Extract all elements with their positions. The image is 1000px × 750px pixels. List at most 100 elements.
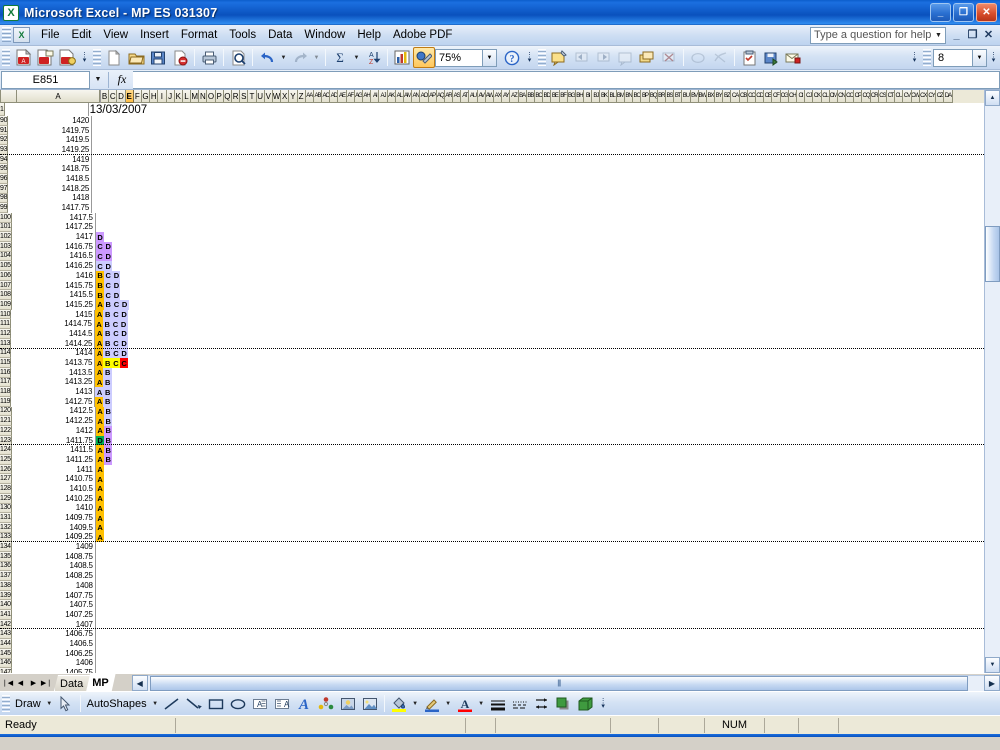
menu-item-help[interactable]: Help bbox=[351, 27, 387, 44]
table-row[interactable]: 133 1409.25 A bbox=[0, 532, 984, 543]
cell-e124[interactable] bbox=[120, 445, 128, 455]
cell-e143[interactable] bbox=[120, 629, 128, 639]
cell-a112[interactable]: 1414.5 bbox=[11, 329, 94, 339]
drawing-toolbar-overflow-button[interactable]: ⋮ ▾ bbox=[597, 694, 610, 714]
column-header-ci[interactable]: CI bbox=[796, 90, 806, 103]
redo-dropdown-icon[interactable]: ▼ bbox=[311, 47, 322, 68]
cell-c128[interactable] bbox=[104, 484, 112, 494]
cell-c140[interactable] bbox=[104, 600, 112, 610]
cell-b128[interactable]: A bbox=[95, 484, 104, 494]
cell-e121[interactable] bbox=[120, 416, 128, 426]
row-header-110[interactable]: 110 bbox=[0, 309, 12, 320]
rectangle-icon[interactable] bbox=[205, 693, 227, 714]
cell-a147[interactable]: 1405.75 bbox=[12, 668, 95, 673]
insert-diagram-icon[interactable] bbox=[315, 693, 337, 714]
cell-c117[interactable]: B bbox=[103, 377, 112, 388]
row-header-145[interactable]: 145 bbox=[0, 648, 12, 659]
row-header-147[interactable]: 147 bbox=[0, 668, 12, 673]
row-header-130[interactable]: 130 bbox=[0, 503, 12, 514]
cell-a106[interactable]: 1416 bbox=[12, 271, 95, 281]
column-header-bo[interactable]: BO bbox=[633, 90, 642, 103]
cell-a99[interactable]: 1417.75 bbox=[8, 203, 91, 213]
grid-viewport[interactable]: A B C D E F G H I J K L M N O P Q R S T U V W X Y Z AA AB AC AD AE AF A… bbox=[0, 90, 984, 673]
column-header-u[interactable]: U bbox=[256, 90, 265, 103]
column-header-al[interactable]: AL bbox=[395, 90, 404, 103]
column-header-cy[interactable]: CY bbox=[927, 90, 937, 103]
cell-b145[interactable] bbox=[96, 649, 104, 659]
column-header-cf[interactable]: CF bbox=[772, 90, 781, 103]
column-header-br[interactable]: BR bbox=[657, 90, 666, 103]
formula-input[interactable] bbox=[133, 70, 1000, 89]
column-header-o[interactable]: O bbox=[207, 90, 216, 103]
cell-a143[interactable]: 1406.75 bbox=[12, 629, 95, 639]
row-header-138[interactable]: 138 bbox=[0, 581, 12, 591]
cell-b94[interactable] bbox=[92, 155, 100, 165]
cell-a104[interactable]: 1416.5 bbox=[12, 251, 95, 262]
cell-a111[interactable]: 1414.75 bbox=[11, 319, 94, 329]
column-header-ad[interactable]: AD bbox=[330, 90, 339, 103]
cell-c111[interactable]: B bbox=[102, 319, 112, 330]
cell-b102[interactable]: D bbox=[95, 232, 104, 242]
help-icon[interactable]: ? bbox=[501, 47, 523, 68]
row-header-141[interactable]: 141 bbox=[0, 610, 12, 620]
horizontal-scroll-track[interactable]: |||| bbox=[147, 675, 984, 691]
table-row[interactable]: 119 1412.75 A B bbox=[0, 397, 984, 407]
cell-b106[interactable]: B bbox=[95, 271, 104, 281]
undo-icon[interactable] bbox=[256, 47, 278, 68]
table-row[interactable]: 101 1417.25 bbox=[0, 222, 984, 233]
line-color-dropdown-icon[interactable]: ▼ bbox=[443, 693, 454, 714]
cell-b141[interactable] bbox=[96, 610, 104, 620]
row-header-146[interactable]: 146 bbox=[0, 658, 12, 669]
cell-b112[interactable]: A bbox=[95, 329, 104, 339]
cell-c104[interactable]: D bbox=[103, 251, 113, 262]
cell-b124[interactable]: A bbox=[95, 445, 104, 456]
cell-a124[interactable]: 1411.5 bbox=[12, 445, 95, 455]
cell-b130[interactable]: A bbox=[95, 503, 104, 514]
table-row[interactable]: 140 1407.5 bbox=[0, 600, 984, 611]
cell-c112[interactable]: B bbox=[103, 329, 112, 339]
reviewing-toolbar-overflow-button[interactable]: ⋮ ▾ bbox=[908, 48, 921, 68]
column-header-av[interactable]: AV bbox=[477, 90, 486, 103]
column-header-ck[interactable]: CK bbox=[813, 90, 822, 103]
cell-b127[interactable]: A bbox=[95, 474, 104, 485]
sheet-tab-data[interactable]: Data bbox=[54, 675, 90, 691]
tab-split-handle[interactable] bbox=[117, 675, 132, 691]
column-header-by[interactable]: BY bbox=[715, 90, 724, 103]
cell-a102[interactable]: 1417 bbox=[12, 232, 95, 242]
table-row[interactable]: 130 1410 A bbox=[0, 503, 984, 514]
shadow-style-icon[interactable] bbox=[553, 693, 575, 714]
column-header-bs[interactable]: BS bbox=[665, 90, 675, 103]
column-header-n[interactable]: N bbox=[199, 90, 208, 103]
cell-d90[interactable] bbox=[109, 116, 117, 126]
cell-b115[interactable]: A bbox=[95, 358, 104, 368]
font-size-dropdown-icon[interactable]: ▼ bbox=[973, 48, 987, 67]
vertical-scroll-track[interactable] bbox=[985, 106, 1000, 657]
cell-a120[interactable]: 1412.5 bbox=[12, 406, 95, 417]
table-row[interactable]: 105 1416.25 C D bbox=[0, 261, 984, 271]
standard-toolbar-overflow-button[interactable]: ⋮ ▾ bbox=[523, 48, 536, 68]
table-row[interactable]: 131 1409.75 A bbox=[0, 513, 984, 523]
column-header-at[interactable]: AT bbox=[461, 90, 470, 103]
cell-c91[interactable] bbox=[100, 126, 108, 136]
cell-e126[interactable] bbox=[120, 465, 128, 475]
vertical-text-box-icon[interactable]: A bbox=[271, 693, 293, 714]
save-icon[interactable] bbox=[147, 47, 169, 68]
cell-e112[interactable]: D bbox=[119, 329, 129, 339]
table-row[interactable]: 126 1411 A bbox=[0, 465, 984, 475]
column-header-g[interactable]: G bbox=[141, 90, 151, 103]
line-color-icon[interactable] bbox=[421, 693, 443, 714]
table-row[interactable]: 138 1408 bbox=[0, 581, 984, 591]
table-row[interactable]: 145 1406.25 bbox=[0, 649, 984, 659]
cell-c125[interactable]: B bbox=[103, 455, 113, 465]
column-header-bb[interactable]: BB bbox=[526, 90, 535, 103]
table-row[interactable]: 100 1417.5 bbox=[0, 213, 984, 223]
table-row[interactable]: 125 1411.25 A B bbox=[0, 455, 984, 465]
cell-d146[interactable] bbox=[112, 659, 120, 669]
cell-c130[interactable] bbox=[104, 504, 112, 514]
table-row[interactable]: 141 1407.25 bbox=[0, 610, 984, 620]
cell-d105[interactable] bbox=[112, 261, 120, 271]
cell-c147[interactable] bbox=[104, 668, 112, 673]
menu-item-insert[interactable]: Insert bbox=[134, 27, 175, 44]
cell-e119[interactable] bbox=[120, 397, 128, 407]
cell-a137[interactable]: 1408.25 bbox=[12, 571, 95, 581]
